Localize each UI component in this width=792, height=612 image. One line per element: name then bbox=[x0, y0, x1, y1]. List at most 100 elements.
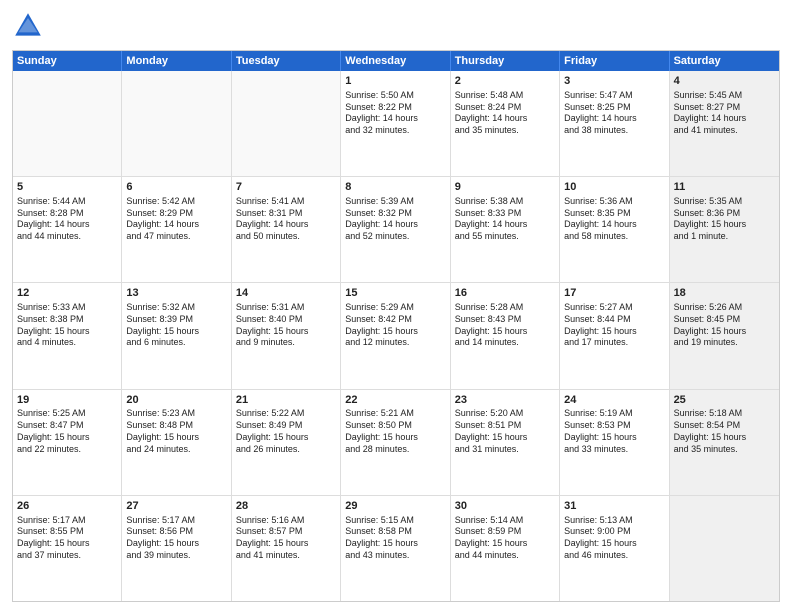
cell-line-0: Sunrise: 5:18 AM bbox=[674, 408, 775, 420]
calendar-header: SundayMondayTuesdayWednesdayThursdayFrid… bbox=[13, 51, 779, 71]
cell-line-0: Sunrise: 5:45 AM bbox=[674, 90, 775, 102]
cell-line-0: Sunrise: 5:33 AM bbox=[17, 302, 117, 314]
calendar-cell-day-13: 13Sunrise: 5:32 AMSunset: 8:39 PMDayligh… bbox=[122, 283, 231, 388]
cell-line-3: and 17 minutes. bbox=[564, 337, 664, 349]
cell-line-1: Sunset: 8:47 PM bbox=[17, 420, 117, 432]
cell-line-1: Sunset: 8:49 PM bbox=[236, 420, 336, 432]
calendar-cell-day-7: 7Sunrise: 5:41 AMSunset: 8:31 PMDaylight… bbox=[232, 177, 341, 282]
day-number: 23 bbox=[455, 393, 555, 408]
page: SundayMondayTuesdayWednesdayThursdayFrid… bbox=[0, 0, 792, 612]
cell-line-1: Sunset: 8:53 PM bbox=[564, 420, 664, 432]
cell-line-3: and 28 minutes. bbox=[345, 444, 445, 456]
cell-line-1: Sunset: 8:45 PM bbox=[674, 314, 775, 326]
weekday-header-thursday: Thursday bbox=[451, 51, 560, 71]
day-number: 16 bbox=[455, 286, 555, 301]
cell-line-2: Daylight: 14 hours bbox=[236, 219, 336, 231]
cell-line-1: Sunset: 8:25 PM bbox=[564, 102, 664, 114]
cell-line-1: Sunset: 8:32 PM bbox=[345, 208, 445, 220]
cell-line-3: and 22 minutes. bbox=[17, 444, 117, 456]
cell-line-3: and 41 minutes. bbox=[236, 550, 336, 562]
day-number: 7 bbox=[236, 180, 336, 195]
cell-line-3: and 35 minutes. bbox=[674, 444, 775, 456]
calendar-row-3: 12Sunrise: 5:33 AMSunset: 8:38 PMDayligh… bbox=[13, 283, 779, 389]
cell-line-0: Sunrise: 5:31 AM bbox=[236, 302, 336, 314]
calendar-cell-day-31: 31Sunrise: 5:13 AMSunset: 9:00 PMDayligh… bbox=[560, 496, 669, 601]
cell-line-2: Daylight: 15 hours bbox=[564, 326, 664, 338]
cell-line-0: Sunrise: 5:20 AM bbox=[455, 408, 555, 420]
cell-line-3: and 32 minutes. bbox=[345, 125, 445, 137]
cell-line-0: Sunrise: 5:47 AM bbox=[564, 90, 664, 102]
calendar-cell-empty bbox=[232, 71, 341, 176]
cell-line-2: Daylight: 15 hours bbox=[126, 326, 226, 338]
calendar-cell-day-10: 10Sunrise: 5:36 AMSunset: 8:35 PMDayligh… bbox=[560, 177, 669, 282]
cell-line-3: and 35 minutes. bbox=[455, 125, 555, 137]
logo bbox=[12, 10, 48, 42]
calendar-cell-day-3: 3Sunrise: 5:47 AMSunset: 8:25 PMDaylight… bbox=[560, 71, 669, 176]
cell-line-2: Daylight: 14 hours bbox=[564, 219, 664, 231]
day-number: 15 bbox=[345, 286, 445, 301]
calendar-cell-day-11: 11Sunrise: 5:35 AMSunset: 8:36 PMDayligh… bbox=[670, 177, 779, 282]
cell-line-3: and 9 minutes. bbox=[236, 337, 336, 349]
calendar-row-5: 26Sunrise: 5:17 AMSunset: 8:55 PMDayligh… bbox=[13, 496, 779, 601]
cell-line-3: and 26 minutes. bbox=[236, 444, 336, 456]
cell-line-2: Daylight: 15 hours bbox=[236, 538, 336, 550]
cell-line-3: and 58 minutes. bbox=[564, 231, 664, 243]
day-number: 6 bbox=[126, 180, 226, 195]
cell-line-3: and 50 minutes. bbox=[236, 231, 336, 243]
cell-line-2: Daylight: 15 hours bbox=[674, 326, 775, 338]
calendar-row-2: 5Sunrise: 5:44 AMSunset: 8:28 PMDaylight… bbox=[13, 177, 779, 283]
calendar-cell-day-1: 1Sunrise: 5:50 AMSunset: 8:22 PMDaylight… bbox=[341, 71, 450, 176]
cell-line-0: Sunrise: 5:50 AM bbox=[345, 90, 445, 102]
cell-line-2: Daylight: 14 hours bbox=[455, 113, 555, 125]
cell-line-2: Daylight: 15 hours bbox=[345, 538, 445, 550]
day-number: 26 bbox=[17, 499, 117, 514]
cell-line-3: and 1 minute. bbox=[674, 231, 775, 243]
cell-line-1: Sunset: 9:00 PM bbox=[564, 526, 664, 538]
calendar-cell-day-22: 22Sunrise: 5:21 AMSunset: 8:50 PMDayligh… bbox=[341, 390, 450, 495]
cell-line-0: Sunrise: 5:38 AM bbox=[455, 196, 555, 208]
calendar-cell-day-12: 12Sunrise: 5:33 AMSunset: 8:38 PMDayligh… bbox=[13, 283, 122, 388]
cell-line-0: Sunrise: 5:41 AM bbox=[236, 196, 336, 208]
day-number: 1 bbox=[345, 74, 445, 89]
cell-line-1: Sunset: 8:57 PM bbox=[236, 526, 336, 538]
cell-line-1: Sunset: 8:56 PM bbox=[126, 526, 226, 538]
cell-line-0: Sunrise: 5:25 AM bbox=[17, 408, 117, 420]
cell-line-1: Sunset: 8:55 PM bbox=[17, 526, 117, 538]
calendar-body: 1Sunrise: 5:50 AMSunset: 8:22 PMDaylight… bbox=[13, 71, 779, 601]
cell-line-0: Sunrise: 5:15 AM bbox=[345, 515, 445, 527]
calendar-cell-day-4: 4Sunrise: 5:45 AMSunset: 8:27 PMDaylight… bbox=[670, 71, 779, 176]
calendar: SundayMondayTuesdayWednesdayThursdayFrid… bbox=[12, 50, 780, 602]
cell-line-3: and 55 minutes. bbox=[455, 231, 555, 243]
cell-line-3: and 19 minutes. bbox=[674, 337, 775, 349]
day-number: 3 bbox=[564, 74, 664, 89]
calendar-cell-day-21: 21Sunrise: 5:22 AMSunset: 8:49 PMDayligh… bbox=[232, 390, 341, 495]
cell-line-1: Sunset: 8:35 PM bbox=[564, 208, 664, 220]
cell-line-3: and 38 minutes. bbox=[564, 125, 664, 137]
day-number: 4 bbox=[674, 74, 775, 89]
cell-line-1: Sunset: 8:39 PM bbox=[126, 314, 226, 326]
day-number: 20 bbox=[126, 393, 226, 408]
day-number: 28 bbox=[236, 499, 336, 514]
cell-line-2: Daylight: 15 hours bbox=[455, 326, 555, 338]
calendar-cell-day-30: 30Sunrise: 5:14 AMSunset: 8:59 PMDayligh… bbox=[451, 496, 560, 601]
day-number: 30 bbox=[455, 499, 555, 514]
cell-line-2: Daylight: 14 hours bbox=[345, 113, 445, 125]
calendar-row-4: 19Sunrise: 5:25 AMSunset: 8:47 PMDayligh… bbox=[13, 390, 779, 496]
day-number: 8 bbox=[345, 180, 445, 195]
cell-line-1: Sunset: 8:28 PM bbox=[17, 208, 117, 220]
cell-line-0: Sunrise: 5:19 AM bbox=[564, 408, 664, 420]
cell-line-0: Sunrise: 5:14 AM bbox=[455, 515, 555, 527]
cell-line-2: Daylight: 15 hours bbox=[236, 326, 336, 338]
day-number: 18 bbox=[674, 286, 775, 301]
cell-line-0: Sunrise: 5:29 AM bbox=[345, 302, 445, 314]
cell-line-3: and 44 minutes. bbox=[17, 231, 117, 243]
cell-line-3: and 44 minutes. bbox=[455, 550, 555, 562]
calendar-cell-empty bbox=[13, 71, 122, 176]
cell-line-1: Sunset: 8:40 PM bbox=[236, 314, 336, 326]
cell-line-2: Daylight: 14 hours bbox=[674, 113, 775, 125]
cell-line-1: Sunset: 8:50 PM bbox=[345, 420, 445, 432]
calendar-cell-empty bbox=[122, 71, 231, 176]
day-number: 29 bbox=[345, 499, 445, 514]
weekday-header-saturday: Saturday bbox=[670, 51, 779, 71]
day-number: 2 bbox=[455, 74, 555, 89]
